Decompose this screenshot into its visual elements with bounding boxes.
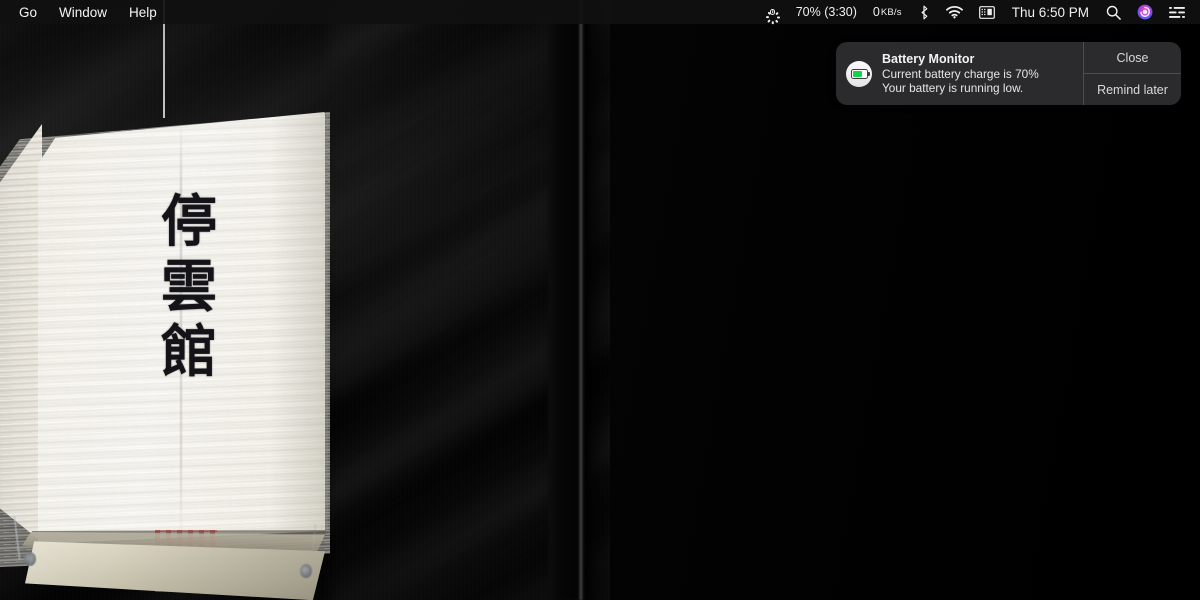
status-brightness[interactable]	[758, 0, 788, 25]
menu-bar-app-menus: Go Window Help	[0, 0, 168, 24]
notification-text-block: Battery Monitor Current battery charge i…	[882, 52, 1039, 95]
status-clock[interactable]: Thu 6:50 PM	[1003, 0, 1098, 24]
lantern-clip-left	[24, 552, 36, 566]
brightness-sun-icon	[765, 5, 780, 25]
menu-bar: Go Window Help 70% (3:30) 0 KB/s Thu 6:5…	[0, 0, 1200, 25]
network-speed-value: 0	[872, 5, 880, 19]
calligraphy-char-2: 雲	[161, 253, 217, 320]
notification-title: Battery Monitor	[882, 52, 975, 66]
battery-icon	[850, 68, 870, 79]
network-speed-unit: KB/s	[880, 6, 902, 18]
notification-remind-later-button[interactable]: Remind later	[1084, 73, 1181, 105]
menu-help[interactable]: Help	[118, 0, 168, 24]
calligraphy-char-1: 停	[161, 189, 217, 255]
notification-content: Battery Monitor Current battery charge i…	[836, 42, 1083, 105]
wallpaper-post-shadow	[586, 0, 612, 600]
status-siri[interactable]	[1129, 0, 1161, 24]
battery-notification[interactable]: Battery Monitor Current battery charge i…	[836, 42, 1181, 105]
notification-close-button[interactable]: Close	[1084, 42, 1181, 73]
status-input-source[interactable]	[971, 0, 1003, 24]
notification-message-line-2: Your battery is running low.	[882, 80, 1024, 95]
menu-window[interactable]: Window	[48, 0, 118, 24]
wifi-icon	[945, 5, 963, 19]
search-icon	[1106, 5, 1121, 20]
keyboard-input-source-icon	[978, 5, 995, 19]
lantern-calligraphy: 停 雲 館	[146, 190, 232, 385]
status-wifi[interactable]	[938, 0, 971, 24]
menu-bar-status-items: 70% (3:30) 0 KB/s Thu 6:50 PM	[758, 0, 1200, 25]
notification-app-icon	[846, 60, 872, 87]
menu-go[interactable]: Go	[8, 0, 48, 24]
lantern-front-shading	[270, 112, 328, 540]
status-battery-percentage[interactable]: 70% (3:30)	[788, 0, 865, 24]
lantern-clip-right	[300, 564, 312, 578]
control-center-icon	[1169, 6, 1185, 18]
status-bluetooth[interactable]	[910, 0, 938, 24]
siri-icon	[1137, 4, 1153, 20]
calligraphy-char-3: 館	[161, 318, 217, 385]
status-network-speed[interactable]: 0 KB/s	[865, 0, 910, 24]
status-control-center[interactable]	[1161, 0, 1193, 24]
screen: 停 雲 館 Go Window Help 70% (3:30) 0 KB/s T…	[0, 0, 1200, 600]
status-spotlight-search[interactable]	[1098, 0, 1129, 24]
notification-actions: Close Remind later	[1083, 42, 1181, 105]
bluetooth-icon	[921, 5, 928, 19]
wallpaper-post-highlight	[578, 0, 585, 600]
notification-message-line-1: Current battery charge is 70%	[882, 67, 1039, 81]
paper-lantern: 停 雲 館	[0, 0, 330, 600]
